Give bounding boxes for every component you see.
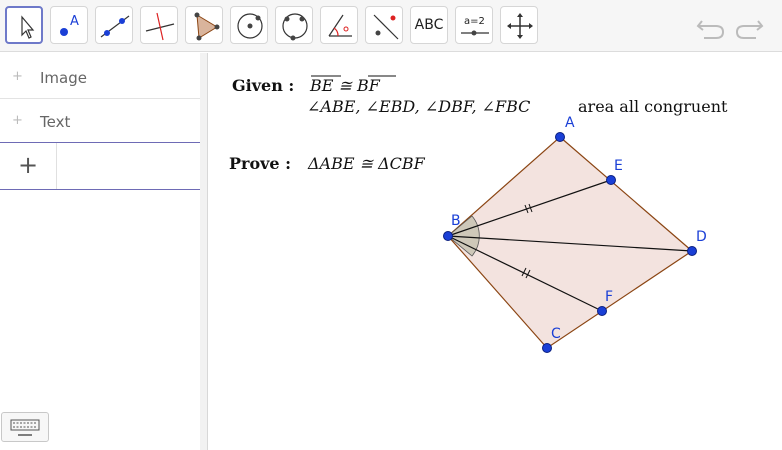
view-splitter[interactable]	[200, 53, 208, 450]
circle-three-points-tool-button[interactable]	[275, 6, 313, 44]
algebra-input-row[interactable]: +	[0, 142, 200, 190]
reflect-about-line-tool-button[interactable]	[365, 6, 403, 44]
undo-button[interactable]	[696, 12, 726, 40]
point-c[interactable]	[542, 343, 552, 353]
triangle-polygon-icon	[194, 12, 220, 41]
algebra-item-label: Text	[40, 113, 71, 131]
polygon-tool-button[interactable]	[185, 6, 223, 44]
label-d: D	[696, 229, 707, 245]
keyboard-icon	[10, 419, 40, 436]
point-f[interactable]	[597, 306, 607, 316]
algebra-item-image[interactable]: + Image	[0, 55, 200, 99]
label-c: C	[551, 326, 561, 342]
prove-label: Prove :	[229, 154, 291, 173]
text-tool-label: ABC	[414, 17, 444, 33]
circle-three-points-icon	[282, 13, 308, 41]
toolbar: A ABC a=2	[0, 0, 782, 52]
given-note: area all congruent	[578, 97, 728, 116]
redo-button[interactable]	[734, 12, 764, 40]
prove-statement: ΔABE ≅ ΔCBF	[307, 154, 426, 173]
point-e[interactable]	[606, 175, 616, 185]
graphics-view[interactable]: Given : BE ≅ BF ∠ABE, ∠EBD, ∠DBF, ∠FBC a…	[209, 53, 782, 450]
given-angles: ∠ABE, ∠EBD, ∠DBF, ∠FBC	[307, 97, 530, 116]
point-d[interactable]	[687, 246, 697, 256]
label-e: E	[614, 158, 623, 174]
line-through-points-icon	[100, 15, 130, 38]
circle-center-point-tool-button[interactable]	[230, 6, 268, 44]
angle-icon	[328, 14, 352, 37]
move-arrows-icon	[507, 13, 533, 39]
add-input-plus-icon[interactable]: +	[0, 143, 57, 189]
point-icon: A	[60, 14, 79, 36]
algebra-item-text[interactable]: + Text	[0, 99, 200, 143]
perpendicular-line-icon	[145, 12, 175, 41]
angle-tool-button[interactable]	[320, 6, 358, 44]
redo-icon	[735, 20, 764, 39]
point-tool-button[interactable]: A	[50, 6, 88, 44]
undo-icon	[696, 20, 725, 39]
expand-plus-icon[interactable]: +	[12, 114, 23, 127]
label-a: A	[565, 115, 575, 131]
slider-icon: a=2	[461, 16, 489, 36]
cursor-arrow-icon	[21, 15, 35, 39]
keyboard-toggle-button[interactable]	[1, 412, 49, 442]
polygon-abcd[interactable]	[447, 136, 693, 349]
text-tool-button[interactable]: ABC	[410, 6, 448, 44]
label-f: F	[605, 289, 613, 305]
given-label: Given :	[232, 76, 294, 95]
svg-text:a=2: a=2	[464, 16, 485, 27]
point-b[interactable]	[443, 231, 453, 241]
move-tool-button[interactable]	[5, 6, 43, 44]
point-a[interactable]	[555, 132, 565, 142]
algebra-view: + Image + Text +	[0, 53, 201, 450]
circle-with-center-icon	[237, 13, 263, 39]
expand-plus-icon[interactable]: +	[12, 70, 23, 83]
move-graphics-view-tool-button[interactable]	[500, 6, 538, 44]
reflect-icon	[373, 14, 399, 40]
slider-tool-button[interactable]: a=2	[455, 6, 493, 44]
svg-text:A: A	[70, 14, 79, 29]
label-b: B	[451, 213, 461, 229]
perpendicular-line-tool-button[interactable]	[140, 6, 178, 44]
algebra-item-label: Image	[40, 69, 87, 87]
given-segments: BE ≅ BF	[309, 76, 381, 95]
line-tool-button[interactable]	[95, 6, 133, 44]
